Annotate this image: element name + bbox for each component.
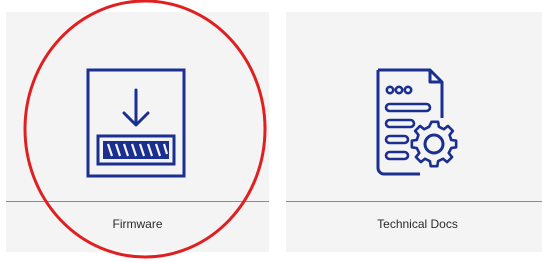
technical-docs-gear-icon [376,68,458,176]
stage: Firmware Technical Docs [0,0,542,262]
firmware-card[interactable]: Firmware [6,12,269,252]
technical-docs-label: Technical Docs [377,217,458,231]
firmware-download-icon [86,68,186,178]
firmware-label: Firmware [112,217,163,231]
card-divider [6,201,269,202]
card-divider [286,201,542,202]
technical-docs-card[interactable]: Technical Docs [286,12,542,252]
